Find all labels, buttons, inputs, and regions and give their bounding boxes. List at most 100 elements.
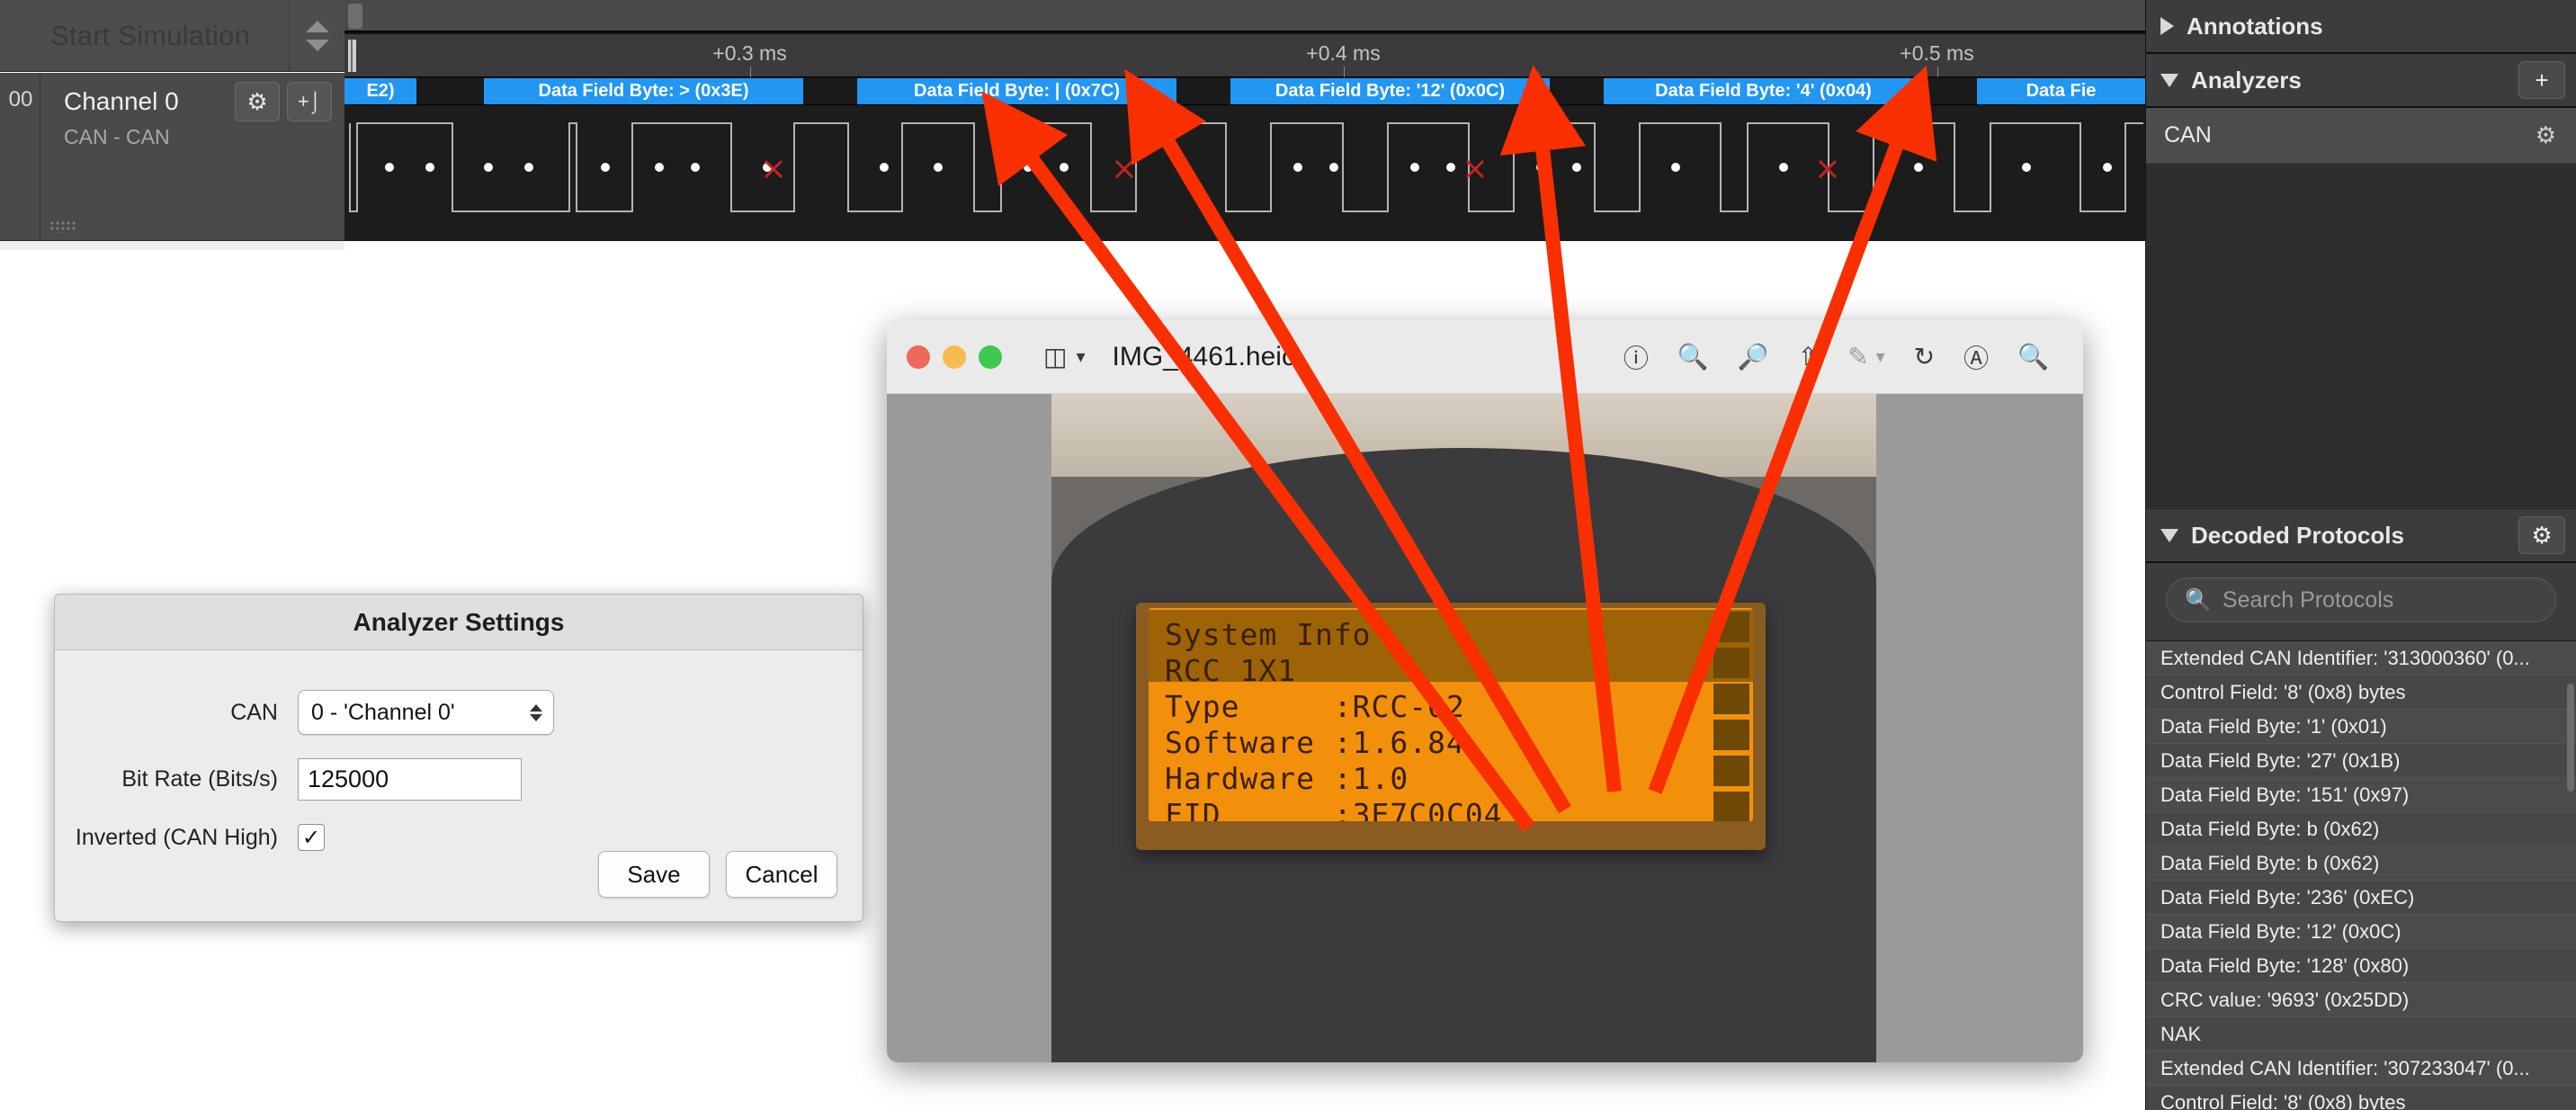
window-traffic-lights[interactable] [907, 345, 1002, 369]
bit-rate-input[interactable]: 125000 [298, 758, 522, 801]
timeline-handle-icon[interactable] [348, 40, 356, 72]
maximize-icon[interactable] [979, 345, 1002, 369]
channel-panel: 00 Channel 0 CAN - CAN ⚙ +⌡ [0, 73, 344, 241]
can-channel-select[interactable]: 0 - 'Channel 0' [298, 690, 554, 735]
annotations-title: Annotations [2187, 12, 2323, 40]
channel-index: 00 [8, 87, 33, 112]
section-header-decoded-protocols[interactable]: Decoded Protocols ⚙ [2146, 509, 2576, 563]
search-placeholder: Search Protocols [2222, 586, 2394, 613]
protocol-list-item[interactable]: Extended CAN Identifier: '307233047' (0.… [2146, 1052, 2576, 1086]
scrollbar-thumb[interactable] [348, 4, 362, 29]
gear-icon[interactable]: ⚙ [235, 82, 280, 121]
chevron-down-markup-icon[interactable]: ▾ [1876, 345, 1885, 368]
chevron-down-icon[interactable] [2160, 73, 2178, 87]
decoded-field-label[interactable]: Data Field Byte: '4' (0x04) [1604, 78, 1923, 104]
minimize-icon[interactable] [943, 345, 966, 369]
timeline-ruler[interactable]: +0.3 ms +0.4 ms +0.5 ms [344, 34, 2145, 77]
protocol-list-item[interactable]: Control Field: '8' (0x8) bytes [2146, 1086, 2576, 1110]
protocol-list-item[interactable]: Data Field Byte: '27' (0x1B) [2146, 744, 2576, 778]
cancel-button[interactable]: Cancel [726, 851, 837, 898]
lcd-header-line2: RCC 1X1 [1165, 653, 1297, 688]
zoom-in-icon[interactable]: 🔎 [1738, 342, 1769, 371]
decoded-field-label[interactable]: Data Fie [1977, 78, 2145, 104]
timeline-tick: +0.3 ms [712, 34, 787, 77]
sidebar-icon[interactable]: ◫ [1043, 342, 1067, 371]
left-column-filler [0, 241, 344, 250]
drag-handle-icon[interactable] [49, 220, 76, 233]
inverted-checkbox[interactable]: ✓ [298, 824, 325, 851]
dialog-title: Analyzer Settings [55, 595, 863, 650]
protocol-list-item[interactable]: Data Field Byte: '236' (0xEC) [2146, 881, 2576, 915]
chevron-down-icon[interactable] [2160, 528, 2178, 542]
protocols-scrollbar[interactable] [2567, 684, 2574, 792]
info-icon[interactable]: ⓘ [1623, 339, 1649, 375]
simulation-stepper[interactable] [289, 0, 344, 71]
stepper-down-icon[interactable] [305, 39, 329, 51]
timeline-tick-mark [1936, 67, 1938, 77]
protocol-list-item[interactable]: Data Field Byte: b (0x62) [2146, 812, 2576, 846]
timeline-top-scrollbar[interactable] [344, 0, 2145, 32]
protocol-list-item[interactable]: CRC value: '9693' (0x25DD) [2146, 983, 2576, 1017]
toolbar-start-simulation-area: Start Simulation [0, 0, 344, 72]
zoom-out-icon[interactable]: 🔍 [1677, 342, 1709, 371]
decoded-protocols-settings-button[interactable]: ⚙ [2518, 516, 2565, 554]
rotate-icon[interactable]: ↻ [1914, 342, 1935, 371]
preview-toolbar-actions: ⓘ 🔍 🔎 ⇧ ✎ ▾ ↻ Ⓐ 🔍 [1609, 339, 2063, 375]
stepper-arrows-icon [530, 703, 542, 721]
protocol-list-item[interactable]: Data Field Byte: '151' (0x97) [2146, 778, 2576, 812]
save-button[interactable]: Save [598, 851, 710, 898]
start-simulation-button[interactable]: Start Simulation [0, 0, 289, 71]
timeline-tick-label: +0.5 ms [1900, 41, 1974, 65]
protocol-list-item[interactable]: Data Field Byte: '128' (0x80) [2146, 949, 2576, 983]
decoded-field-label[interactable]: E2) [344, 78, 416, 104]
decoded-label-strip: E2) Data Field Byte: > (0x3E) Data Field B… [344, 78, 2145, 104]
lcd-rows: Type :RCC-02 Software :1.6.84 Hardware :1.… [1165, 689, 1744, 821]
lcd-row: FID :3E7C0C04 [1165, 797, 1503, 821]
close-icon[interactable] [907, 345, 930, 369]
protocol-list-item[interactable]: Control Field: '8' (0x8) bytes [2146, 676, 2576, 710]
add-measurement-icon[interactable]: +⌡ [287, 82, 332, 121]
section-header-annotations[interactable]: Annotations [2146, 0, 2576, 54]
share-icon[interactable]: ⇧ [1798, 342, 1819, 371]
annotate-icon[interactable]: Ⓐ [1963, 339, 1989, 375]
lcd-row: Type :RCC-02 [1165, 689, 1465, 724]
decoded-field-label[interactable]: Data Field Byte: | (0x7C) [857, 78, 1176, 104]
search-icon: 🔍 [2185, 587, 2212, 613]
preview-window: ◫ ▾ IMG_4461.heic ⓘ 🔍 🔎 ⇧ ✎ ▾ ↻ Ⓐ 🔍 Syst… [887, 320, 2083, 1062]
decoded-field-label[interactable]: Data Field Byte: > (0x3E) [484, 78, 803, 104]
photo-image: System Info RCC 1X1 Type :RCC-02 Software… [1051, 394, 1876, 1062]
timeline-tick: +0.5 ms [1900, 34, 1974, 77]
lcd-screen: System Info RCC 1X1 Type :RCC-02 Software… [1149, 608, 1753, 821]
decoded-field-label[interactable]: Data Field Byte: '12' (0x0C) [1230, 78, 1550, 104]
timeline-tick-label: +0.3 ms [712, 41, 787, 65]
search-icon[interactable]: 🔍 [2017, 342, 2049, 371]
protocol-list-item[interactable]: Data Field Byte: b (0x62) [2146, 846, 2576, 881]
chevron-down-icon[interactable]: ▾ [1076, 345, 1085, 368]
stepper-up-icon[interactable] [305, 20, 329, 32]
search-input[interactable]: 🔍 Search Protocols [2166, 577, 2556, 622]
can-field-label: CAN [230, 699, 278, 725]
gear-icon[interactable]: ⚙ [2536, 121, 2556, 149]
waveform-area[interactable] [344, 104, 2145, 241]
search-protocols-area: 🔍 Search Protocols [2146, 563, 2576, 641]
analyzer-settings-dialog: Analyzer Settings CAN 0 - 'Channel 0' Bi… [54, 594, 863, 922]
markup-icon[interactable]: ✎ [1847, 342, 1868, 371]
protocol-list-item[interactable]: Data Field Byte: '12' (0x0C) [2146, 915, 2576, 949]
decoded-protocols-list[interactable]: Extended CAN Identifier: '313000360' (0.… [2146, 641, 2576, 1110]
protocol-list-item[interactable]: Data Field Byte: '1' (0x01) [2146, 710, 2576, 744]
chevron-right-icon[interactable] [2160, 17, 2174, 35]
protocol-list-item[interactable]: NAK [2146, 1017, 2576, 1052]
analyzer-list-item-can[interactable]: CAN ⚙ [2146, 108, 2576, 164]
decoded-protocols-title: Decoded Protocols [2191, 521, 2404, 549]
analyzers-empty-area [2146, 164, 2576, 509]
channel-body: Channel 0 CAN - CAN ⚙ +⌡ [40, 73, 344, 240]
timeline-tick-mark [749, 67, 751, 77]
timeline-tick-mark [1343, 67, 1345, 77]
protocol-list-item[interactable]: Extended CAN Identifier: '313000360' (0.… [2146, 641, 2576, 676]
right-sidebar: Annotations Analyzers + CAN ⚙ Decoded Pr… [2145, 0, 2576, 1110]
can-waveform [349, 122, 2143, 212]
timeline-tick: +0.4 ms [1306, 34, 1381, 77]
add-analyzer-button[interactable]: + [2518, 61, 2565, 99]
section-header-analyzers[interactable]: Analyzers + [2146, 54, 2576, 108]
preview-body: System Info RCC 1X1 Type :RCC-02 Software… [887, 394, 2083, 1062]
